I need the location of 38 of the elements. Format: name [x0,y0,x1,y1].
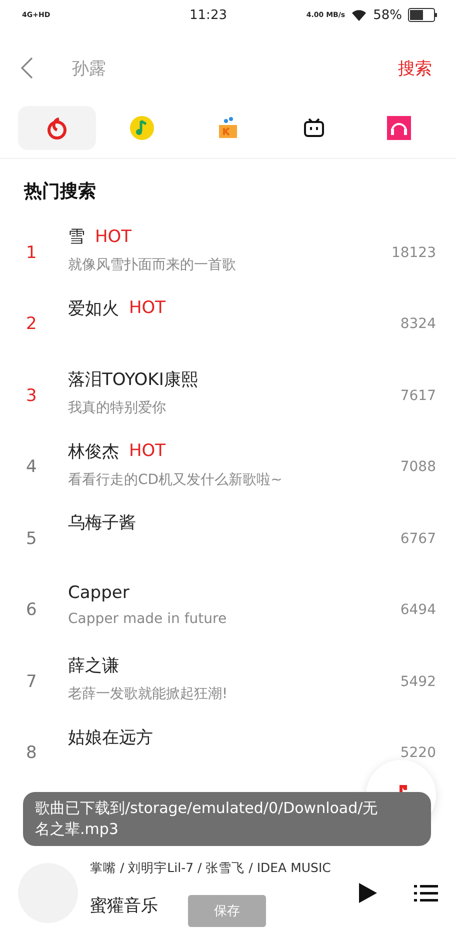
search-count: 8324 [400,316,436,332]
search-count: 5220 [400,745,436,762]
hot-tag: HOT [129,441,166,461]
rank-number: 4 [26,457,38,478]
hot-tag: HOT [129,298,166,318]
rank-number: 2 [26,314,38,334]
rank-number: 5 [26,528,38,549]
search-description: 我真的特别爱你 [68,399,167,417]
search-term: 薛之谦 [68,655,119,677]
rank-number: 7 [26,672,38,692]
search-term: 乌梅子酱 [68,512,136,534]
search-description: 看看行走的CD机又发什么新歌啦~ [68,470,284,488]
search-count: 5492 [400,674,436,690]
rank-number: 8 [26,743,38,764]
section-title: 热门搜索 [22,180,97,204]
search-description: Capper made in future [68,610,228,626]
search-description: 老薛一发歌就能掀起狂潮! [68,685,229,703]
rank-number: 1 [26,242,38,263]
rank-number: 3 [26,386,38,406]
search-count: 6767 [400,530,436,547]
search-term: 雪 [68,226,85,248]
hot-tag: HOT [95,226,132,246]
battery-percent: 58% [373,8,402,22]
search-term: 爱如火 [68,298,119,320]
artist-names: 掌嘴 / 刘明宇Lil-7 / 张雪飞 / IDEA MUSIC [90,860,332,876]
search-description: 就像风雪扑面而来的一首歌 [68,256,237,274]
search-term: 姑娘在远方 [68,726,153,748]
search-count: 6494 [400,602,436,618]
search-count: 18123 [391,244,436,261]
search-count: 7088 [400,459,436,476]
song-title: 蜜獾音乐 [90,895,158,917]
search-term: 落泪TOYOKI康熙 [68,369,198,391]
rank-number: 6 [26,600,38,620]
download-toast: 歌曲已下载到/storage/emulated/0/Download/无名之辈.mp3 [23,792,431,846]
search-count: 7617 [400,388,436,404]
search-term: Capper [68,582,130,602]
clock: 11:23 [188,8,228,22]
search-term: 林俊杰 [68,440,119,462]
